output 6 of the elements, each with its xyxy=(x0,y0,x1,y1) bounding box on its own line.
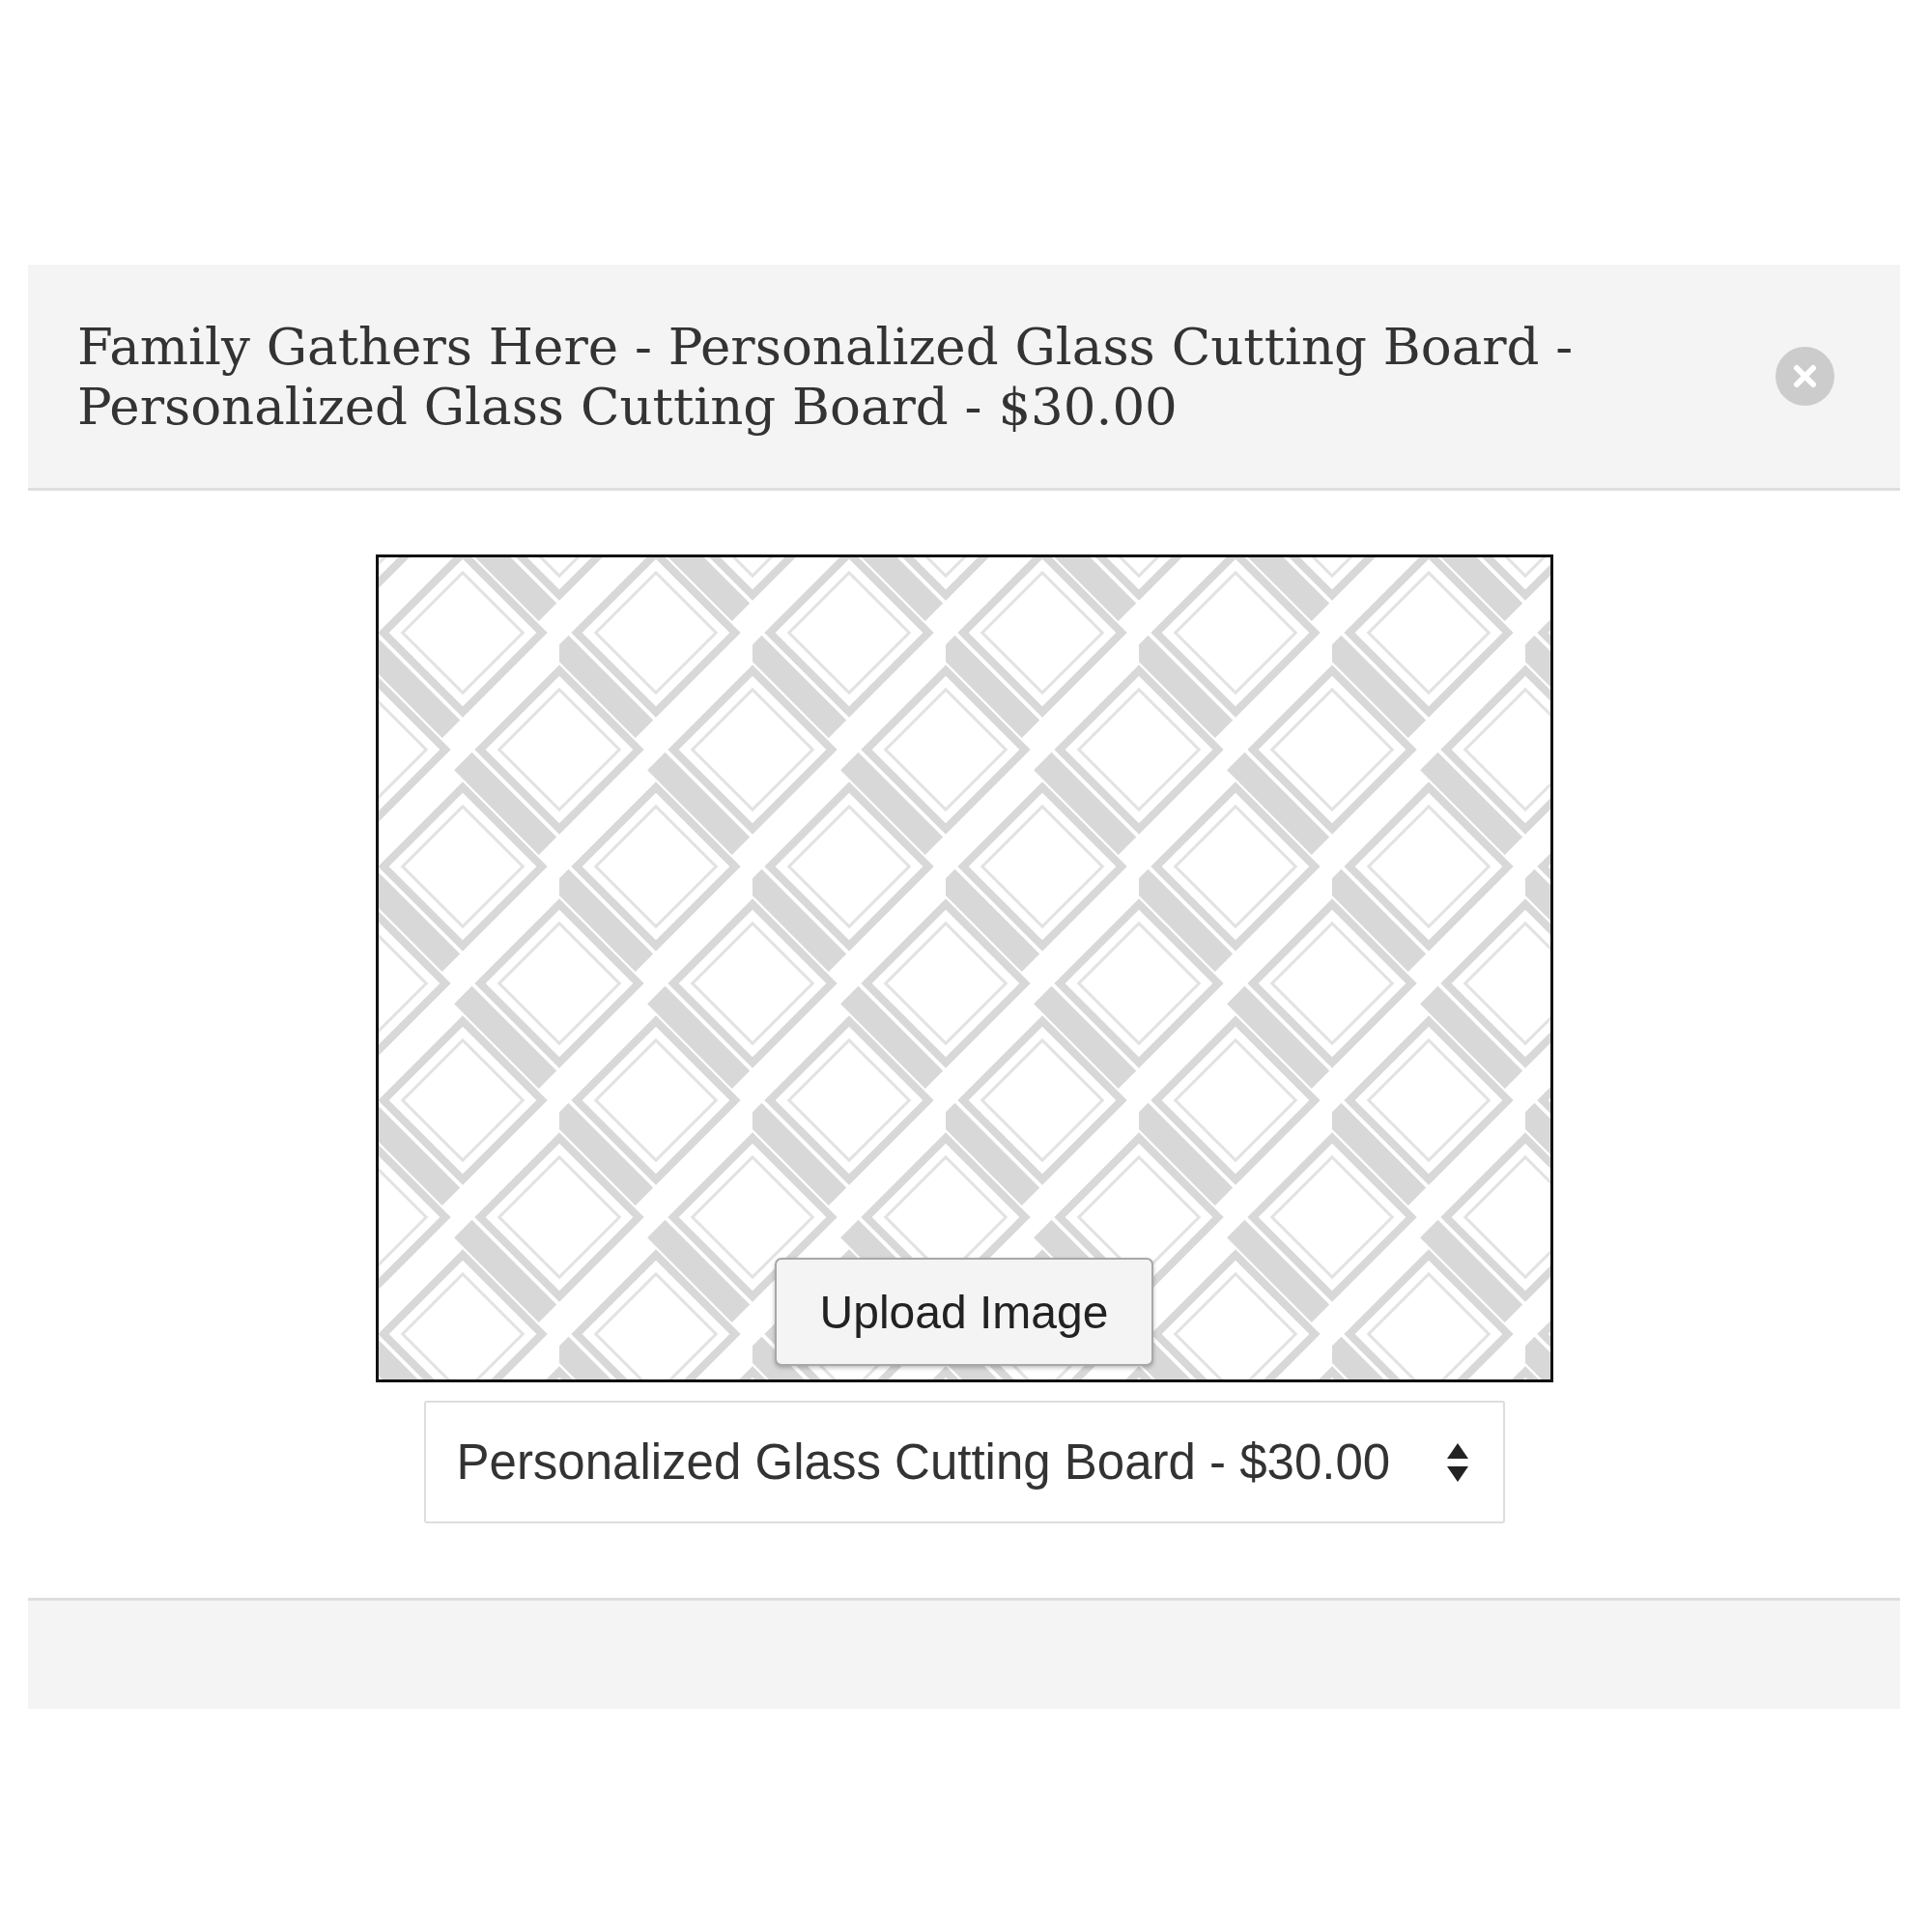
modal-title: Family Gathers Here - Personalized Glass Cutting Board - Personalized Glass Cutting Board - $30.00 xyxy=(77,316,1575,437)
product-select[interactable]: Personalized Glass Cutting Board - $30.00 xyxy=(423,1401,1505,1523)
sort-arrows-icon xyxy=(1446,1442,1468,1482)
upload-image-button[interactable]: Upload Image xyxy=(775,1258,1153,1366)
close-icon xyxy=(1776,347,1834,406)
close-button[interactable] xyxy=(1776,347,1834,406)
